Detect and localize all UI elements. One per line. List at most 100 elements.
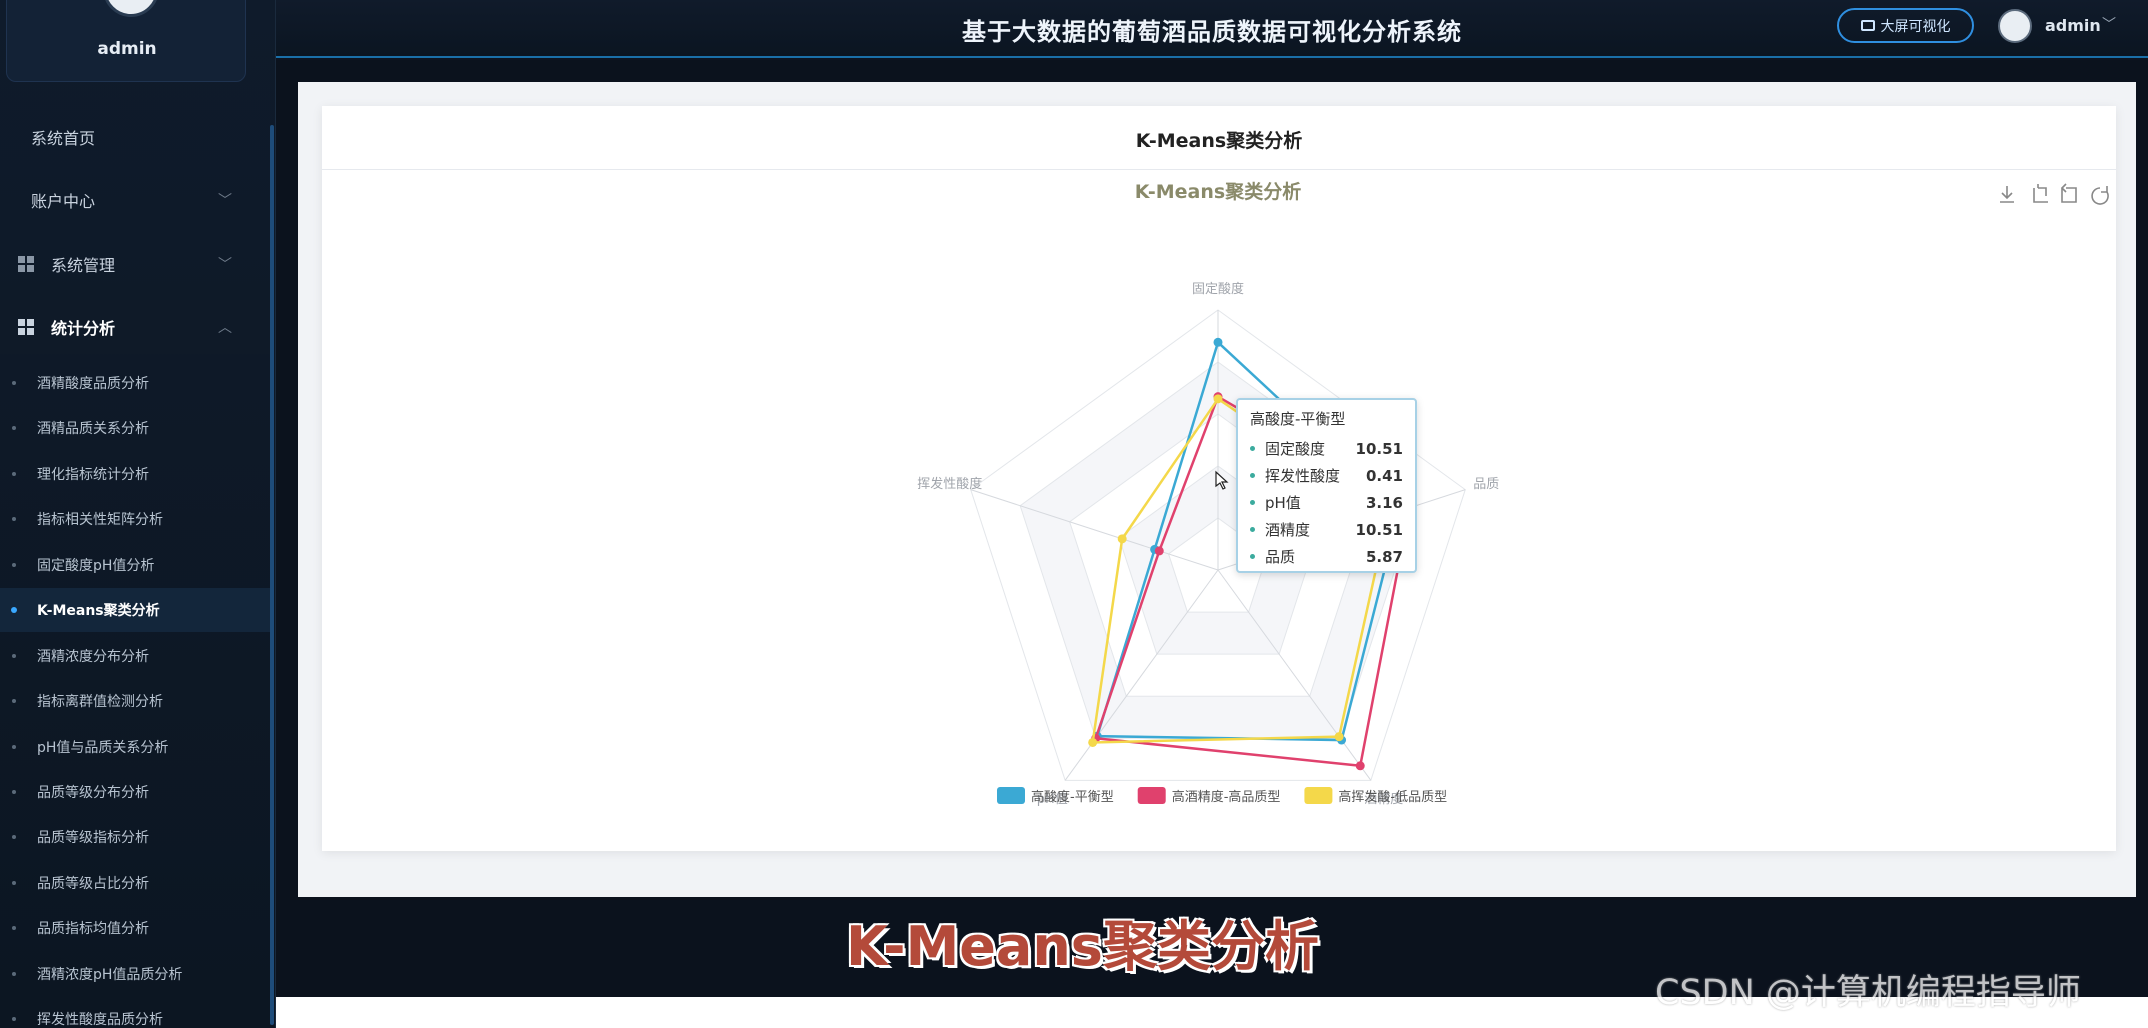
chevron-down-icon: ﹀ bbox=[218, 257, 232, 273]
bullet-icon bbox=[1250, 554, 1255, 559]
chevron-down-icon[interactable]: ﹀ bbox=[2102, 14, 2116, 34]
tooltip-row-value: 5.87 bbox=[1365, 547, 1403, 566]
tooltip-row-name: pH值 bbox=[1265, 494, 1301, 512]
header-user-name[interactable]: admin bbox=[2045, 16, 2101, 35]
menu-system-label: 系统管理 bbox=[51, 256, 116, 275]
refresh-icon[interactable] bbox=[2091, 186, 2109, 205]
sub-item-13[interactable]: 酒精浓度pH值品质分析 bbox=[0, 952, 270, 996]
top-header: 基于大数据的葡萄酒品质数据可视化分析系统 大屏可视化 admin ﹀ bbox=[276, 0, 2148, 58]
download-icon[interactable] bbox=[2000, 186, 2014, 203]
big-screen-label: 大屏可视化 bbox=[1880, 18, 1951, 35]
legend-label[interactable]: 高挥发酸-低品质型 bbox=[1338, 789, 1447, 805]
menu-account-label: 账户中心 bbox=[31, 192, 96, 211]
sub-item-1[interactable]: 酒精品质关系分析 bbox=[0, 406, 270, 450]
zoom-icon[interactable] bbox=[2033, 184, 2048, 203]
screen-icon bbox=[1860, 20, 1875, 31]
menu-statistics[interactable]: 统计分析 ︿ bbox=[0, 300, 270, 354]
sub-item-14[interactable]: 挥发性酸度品质分析 bbox=[0, 997, 270, 1028]
menu-system[interactable]: 系统管理 ﹀ bbox=[0, 237, 270, 291]
menu-home[interactable]: 系统首页 bbox=[0, 110, 270, 164]
radar-data-point[interactable] bbox=[1213, 394, 1223, 404]
zoom-reset-icon[interactable] bbox=[2060, 183, 2077, 203]
user-name: admin bbox=[97, 39, 157, 59]
card-title: K-Means聚类分析 bbox=[1135, 130, 1303, 152]
sub-item-label: 固定酸度pH值分析 bbox=[37, 558, 155, 574]
sub-item-label: 品质等级指标分析 bbox=[37, 830, 149, 846]
tooltip-title: 高酸度-平衡型 bbox=[1250, 410, 1346, 428]
radar-data-point[interactable] bbox=[1334, 732, 1344, 742]
sub-item-label: 指标离群值检测分析 bbox=[37, 694, 163, 710]
sub-item-label: 酒精酸度品质分析 bbox=[37, 376, 149, 392]
bullet-icon bbox=[1250, 527, 1255, 532]
sub-item-10[interactable]: 品质等级指标分析 bbox=[0, 815, 270, 859]
chart-title: K-Means聚类分析 bbox=[1135, 180, 1301, 203]
sub-item-12[interactable]: 品质指标均值分析 bbox=[0, 906, 270, 950]
sub-item-label: 品质等级占比分析 bbox=[37, 876, 149, 892]
tooltip-row: 固定酸度 10.51 bbox=[1250, 435, 1403, 462]
sub-item-6[interactable]: 酒精浓度分布分析 bbox=[0, 634, 270, 678]
user-avatar bbox=[103, 0, 159, 17]
sub-item-label: K-Means聚类分析 bbox=[37, 603, 160, 619]
bullet-icon bbox=[12, 699, 16, 703]
bullet-icon bbox=[12, 972, 16, 976]
tooltip-row-name: 酒精度 bbox=[1265, 521, 1311, 539]
radar-data-point[interactable] bbox=[1355, 761, 1365, 771]
bullet-icon bbox=[12, 654, 16, 658]
grid-icon bbox=[18, 256, 34, 272]
sub-item-7[interactable]: 指标离群值检测分析 bbox=[0, 679, 270, 723]
sub-item-9[interactable]: 品质等级分布分析 bbox=[0, 770, 270, 814]
sub-item-11[interactable]: 品质等级占比分析 bbox=[0, 861, 270, 905]
tooltip-row: 挥发性酸度 0.41 bbox=[1250, 462, 1403, 489]
radar-data-point[interactable] bbox=[1088, 737, 1098, 747]
legend-label[interactable]: 高酒精度-高品质型 bbox=[1172, 789, 1281, 805]
bullet-icon bbox=[11, 607, 17, 613]
sidebar-scrollbar[interactable] bbox=[270, 125, 274, 1025]
watermark: CSDN @计算机编程指导师 bbox=[1655, 973, 2081, 1013]
radar-chart: K-Means聚类分析 固定酸度品质酒精度pH值挥发性酸度 高酸度-平衡型 高酒精… bbox=[917, 180, 2109, 807]
radar-indicator-label: 固定酸度 bbox=[1192, 281, 1244, 297]
header-avatar[interactable] bbox=[1998, 9, 2032, 43]
sub-item-2[interactable]: 理化指标统计分析 bbox=[0, 452, 270, 496]
tooltip-row: 酒精度 10.51 bbox=[1250, 516, 1403, 543]
chart-card: K-Means聚类分析 K-Means聚类分析 固定酸度 品质 酒精度 pH值 挥发性酸… bbox=[322, 106, 2116, 851]
tooltip-row-name: 固定酸度 bbox=[1265, 440, 1326, 458]
bullet-icon bbox=[12, 517, 16, 521]
sub-item-label: 酒精浓度分布分析 bbox=[37, 649, 149, 665]
bullet-icon bbox=[12, 790, 16, 794]
sub-item-0[interactable]: 酒精酸度品质分析 bbox=[0, 361, 270, 405]
radar-data-point[interactable] bbox=[1117, 534, 1127, 544]
bullet-icon bbox=[1250, 446, 1255, 451]
sub-item-4[interactable]: 固定酸度pH值分析 bbox=[0, 543, 270, 587]
legend-swatch[interactable] bbox=[1137, 787, 1166, 804]
bullet-icon bbox=[1250, 500, 1255, 505]
bullet-icon bbox=[12, 426, 16, 430]
user-card: admin bbox=[6, 0, 246, 82]
tooltip-row-value: 3.16 bbox=[1365, 493, 1403, 512]
chevron-up-icon: ︿ bbox=[218, 320, 232, 336]
bullet-icon bbox=[12, 563, 16, 567]
bullet-icon bbox=[1250, 473, 1255, 478]
legend-swatch[interactable] bbox=[997, 787, 1025, 804]
tooltip-row-name: 品质 bbox=[1265, 548, 1296, 566]
bullet-icon bbox=[12, 835, 16, 839]
radar-data-point[interactable] bbox=[1154, 546, 1164, 556]
bullet-icon bbox=[12, 381, 16, 385]
tooltip-row: pH值 3.16 bbox=[1250, 489, 1403, 516]
sub-item-label: 品质等级分布分析 bbox=[37, 785, 149, 801]
sub-item-label: 酒精品质关系分析 bbox=[37, 421, 149, 437]
sub-item-3[interactable]: 指标相关性矩阵分析 bbox=[0, 497, 270, 541]
big-screen-button[interactable]: 大屏可视化 bbox=[1837, 8, 1974, 43]
legend-label[interactable]: 高酸度-平衡型 bbox=[1031, 789, 1114, 805]
bullet-icon bbox=[12, 472, 16, 476]
sub-item-5-active[interactable]: K-Means聚类分析 bbox=[0, 588, 270, 632]
radar-data-point[interactable] bbox=[1213, 337, 1223, 347]
radar-indicator-label: 品质 bbox=[1473, 477, 1499, 492]
grid-icon bbox=[18, 319, 34, 335]
legend-swatch[interactable] bbox=[1304, 787, 1333, 804]
sub-item-label: 酒精浓度pH值品质分析 bbox=[37, 967, 183, 983]
menu-account[interactable]: 账户中心 ﹀ bbox=[0, 173, 270, 227]
sidebar: admin 系统首页 账户中心 ﹀ 系统管理 ﹀ 统计分析 ︿ 酒精酸度品质分析… bbox=[0, 0, 276, 1028]
sub-item-8[interactable]: pH值与品质关系分析 bbox=[0, 725, 270, 769]
chart-tooltip: 高酸度-平衡型 固定酸度 10.51 挥发性酸度 0.41 pH值 3.16 酒精度 1… bbox=[1236, 398, 1417, 573]
tooltip-row-value: 10.51 bbox=[1355, 439, 1403, 458]
